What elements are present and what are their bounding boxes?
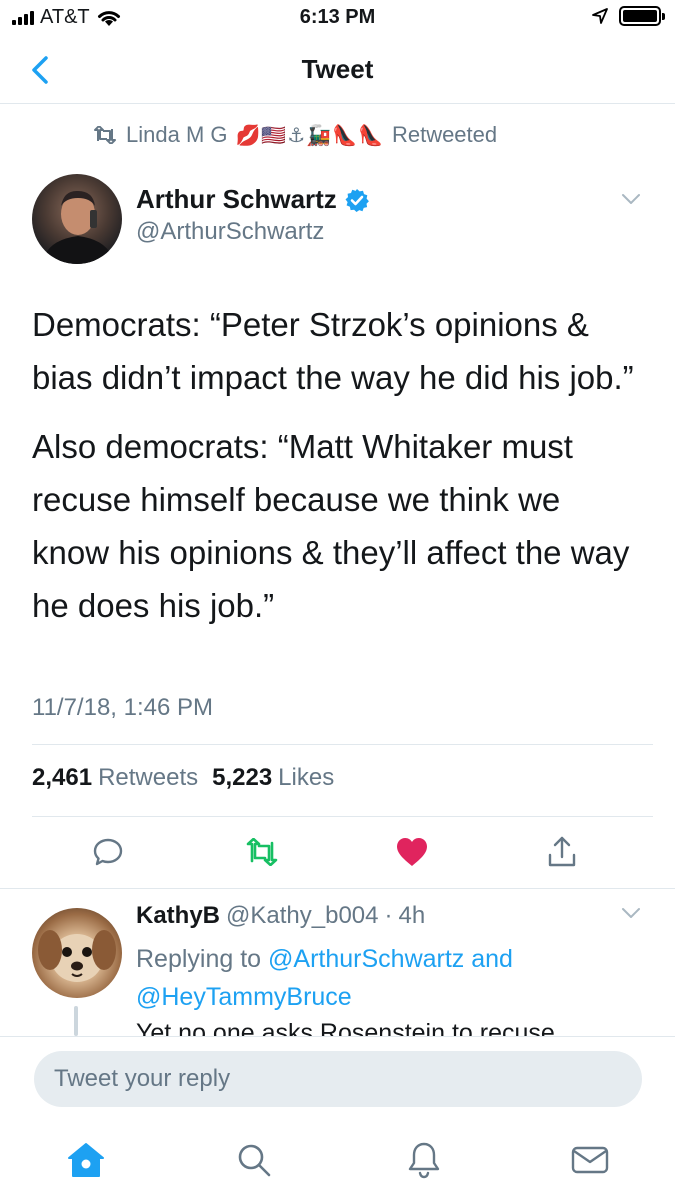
reply-composer	[0, 1036, 675, 1120]
divider	[0, 888, 675, 889]
likes-stat[interactable]: 5,223 Likes	[212, 764, 334, 792]
reply-options-button[interactable]	[620, 906, 642, 925]
thread-line	[74, 1006, 78, 1036]
tab-messages[interactable]	[568, 1138, 612, 1182]
verified-badge-icon	[345, 188, 369, 212]
retweeted-label: Retweeted	[391, 122, 498, 147]
likes-label: Likes	[278, 764, 335, 791]
page-title: Tweet	[301, 54, 374, 84]
retweeted-by-line[interactable]: Linda M G 💋🇺🇸⚓🚂👠👠 Retweeted	[92, 122, 497, 148]
retweets-count: 2,461	[32, 764, 93, 791]
retweet-icon	[94, 126, 116, 144]
author-name: Arthur Schwartz	[136, 184, 337, 214]
replying-and[interactable]: and	[471, 945, 513, 973]
like-button[interactable]	[392, 832, 432, 872]
reply-text: Yet no one asks Rosenstein to recuse	[136, 1019, 555, 1036]
tweet-options-button[interactable]	[620, 192, 642, 211]
retweets-stat[interactable]: 2,461 Retweets	[32, 764, 198, 792]
status-bar: AT&T 6:13 PM	[0, 0, 675, 36]
retweet-button[interactable]	[242, 832, 282, 872]
reply-icon	[93, 838, 123, 866]
search-icon	[238, 1144, 271, 1177]
author-name-row[interactable]: Arthur Schwartz	[136, 184, 369, 215]
mention-link[interactable]: @HeyTammyBruce	[136, 983, 352, 1011]
chevron-down-icon	[622, 908, 640, 918]
retweeter-emojis: 💋🇺🇸⚓🚂👠👠	[235, 124, 384, 147]
likes-count: 5,223	[212, 764, 273, 791]
reply-input[interactable]	[34, 1051, 642, 1107]
reply-header[interactable]: KathyB @Kathy_b004 · 4h	[136, 902, 425, 930]
nav-header: Tweet	[0, 36, 675, 104]
replying-prefix: Replying to	[136, 945, 262, 973]
divider	[32, 744, 653, 745]
tab-notifications[interactable]	[402, 1138, 446, 1182]
retweets-label: Retweets	[98, 764, 199, 791]
heart-filled-icon	[397, 838, 427, 866]
reply-author-name: KathyB	[136, 902, 221, 929]
tab-home[interactable]	[64, 1138, 108, 1182]
home-icon	[68, 1143, 104, 1177]
dog-avatar-icon	[38, 930, 116, 982]
tweet-paragraph: Also democrats: “Matt Whitaker must recu…	[32, 428, 630, 624]
share-icon	[548, 836, 576, 867]
status-right-group	[591, 6, 665, 26]
avatar[interactable]	[32, 174, 122, 264]
avatar-photo-icon	[42, 190, 114, 264]
tweet-timestamp: 11/7/18, 1:46 PM	[32, 694, 214, 721]
author-handle[interactable]: @ArthurSchwartz	[136, 218, 324, 246]
tab-search[interactable]	[232, 1138, 276, 1182]
retweet-active-icon	[246, 838, 278, 866]
tweet-text: Democrats: “Peter Strzok’s opinions & bi…	[32, 298, 642, 648]
replying-to-line: Replying to @ArthurSchwartz and @HeyTamm…	[136, 940, 596, 1016]
tweet-actions	[0, 832, 675, 876]
battery-icon	[619, 6, 665, 26]
tweet-stats: 2,461 Retweets 5,223 Likes	[32, 764, 334, 792]
reply-separator: ·	[384, 902, 393, 929]
location-arrow-icon	[592, 8, 608, 24]
reply-avatar[interactable]	[32, 908, 122, 998]
status-time: 6:13 PM	[299, 6, 376, 28]
share-button[interactable]	[542, 832, 582, 872]
divider	[32, 816, 653, 817]
tab-bar	[0, 1120, 675, 1200]
mention-link[interactable]: @ArthurSchwartz	[268, 945, 464, 973]
reply-author-handle: @Kathy_b004	[226, 902, 379, 929]
tweet-paragraph: Democrats: “Peter Strzok’s opinions & bi…	[32, 306, 634, 396]
chevron-down-icon	[622, 194, 640, 204]
messages-icon	[571, 1146, 609, 1174]
notifications-icon	[408, 1142, 440, 1179]
retweeter-name: Linda M G	[126, 122, 228, 147]
reply-age: 4h	[398, 902, 426, 929]
reply-button[interactable]	[88, 832, 128, 872]
